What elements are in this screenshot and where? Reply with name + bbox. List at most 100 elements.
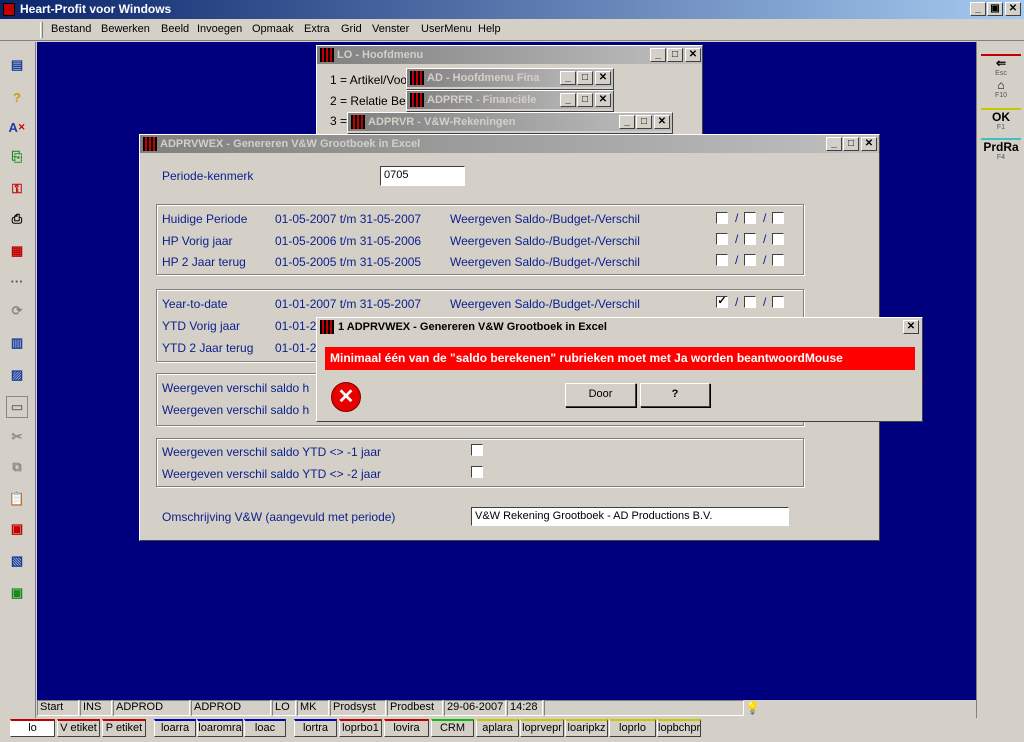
saldo-checkbox[interactable] bbox=[716, 212, 728, 224]
help-button[interactable]: ? bbox=[640, 383, 710, 407]
menu-grid[interactable]: Grid bbox=[341, 23, 362, 35]
task-lovira[interactable]: lovira bbox=[384, 719, 429, 737]
dots-icon[interactable]: ··· bbox=[6, 270, 28, 292]
close-icon[interactable]: ✕ bbox=[903, 320, 919, 334]
minimize-icon[interactable]: _ bbox=[560, 71, 576, 85]
menu-extra[interactable]: Extra bbox=[304, 23, 330, 35]
menu-usermenu[interactable]: UserMenu bbox=[421, 23, 472, 35]
lo-window-title: LO - Hoofdmenu bbox=[337, 49, 424, 61]
adprvwex-window-title: ADPRVWEX - Genereren V&W Grootboek in Ex… bbox=[160, 138, 421, 150]
prdra-button[interactable]: PrdRa F4 bbox=[981, 138, 1021, 168]
ytd-verschil-1-checkbox[interactable] bbox=[471, 444, 483, 456]
menu-line-1[interactable]: 1 = Artikel/Voo bbox=[330, 73, 407, 87]
status-start[interactable]: Start bbox=[37, 700, 79, 716]
task-loaromra[interactable]: loaromra bbox=[197, 719, 243, 737]
print-icon[interactable]: ⎙ bbox=[6, 208, 28, 230]
f10-button[interactable]: ⌂ F10 bbox=[981, 78, 1021, 108]
key-icon[interactable]: ⚿ bbox=[6, 178, 28, 200]
menu-venster[interactable]: Venster bbox=[372, 23, 409, 35]
menu-bestand[interactable]: Bestand bbox=[51, 23, 91, 35]
task-loprvepr[interactable]: loprvepr bbox=[520, 719, 564, 737]
chart-icon[interactable]: ▨ bbox=[6, 364, 28, 386]
menu-invoegen[interactable]: Invoegen bbox=[197, 23, 242, 35]
app-logo-icon bbox=[3, 3, 15, 16]
verschil-checkbox[interactable] bbox=[772, 212, 784, 224]
omschrijving-input[interactable]: V&W Rekening Grootboek - AD Productions … bbox=[471, 507, 789, 526]
menu-line-3[interactable]: 3 = bbox=[330, 114, 347, 128]
minimize-icon[interactable]: _ bbox=[650, 48, 666, 62]
verschil-checkbox[interactable] bbox=[772, 233, 784, 245]
font-icon[interactable]: A ✕ bbox=[6, 116, 28, 138]
minimize-icon[interactable]: _ bbox=[826, 137, 842, 151]
menu-line-2[interactable]: 2 = Relatie Be bbox=[330, 94, 406, 108]
saldo-checkbox[interactable] bbox=[716, 254, 728, 266]
verschil-checkbox[interactable] bbox=[772, 254, 784, 266]
budget-checkbox[interactable] bbox=[744, 212, 756, 224]
ytd-verschil-2-checkbox[interactable] bbox=[471, 466, 483, 478]
saldo-checkbox[interactable] bbox=[716, 233, 728, 245]
maximize-icon[interactable]: □ bbox=[577, 93, 593, 107]
refresh-icon[interactable]: ⟳ bbox=[6, 300, 28, 322]
close-icon[interactable]: ✕ bbox=[1005, 2, 1021, 16]
adprfr-window[interactable]: ADPRFR - Financiële _ □ ✕ bbox=[406, 90, 614, 112]
task-lopbchpr[interactable]: lopbchpr bbox=[657, 719, 701, 737]
task-crm[interactable]: CRM bbox=[431, 719, 474, 737]
menu-help[interactable]: Help bbox=[478, 23, 501, 35]
ytd-verschil-label: Weergeven verschil saldo YTD <> -2 jaar bbox=[162, 467, 381, 481]
close-icon[interactable]: ✕ bbox=[595, 71, 611, 85]
budget-checkbox[interactable] bbox=[744, 296, 756, 308]
minimize-icon[interactable]: _ bbox=[619, 115, 635, 129]
task-p-etiket[interactable]: P etiket bbox=[102, 719, 146, 737]
properties-icon[interactable]: ▧ bbox=[6, 550, 28, 572]
status-date: 29-06-2007 bbox=[444, 700, 506, 716]
maximize-icon[interactable]: □ bbox=[577, 71, 593, 85]
budget-checkbox[interactable] bbox=[744, 233, 756, 245]
close-icon[interactable]: ✕ bbox=[861, 137, 877, 151]
right-toolbar: ⇐ Esc ⌂ F10 OK F1 PrdRa F4 bbox=[976, 42, 1024, 718]
form-icon[interactable]: ▤ bbox=[6, 54, 28, 76]
restore-icon[interactable]: ▣ bbox=[987, 2, 1003, 16]
paste-special-icon[interactable]: ▣ bbox=[6, 518, 28, 540]
saldo-checkbox-checked[interactable]: ✓ bbox=[716, 296, 728, 308]
calculator-icon[interactable]: ▦ bbox=[6, 240, 28, 262]
task-loaripkz[interactable]: loaripkz bbox=[565, 719, 608, 737]
menu-bewerken[interactable]: Bewerken bbox=[101, 23, 150, 35]
window-icon[interactable]: ▭ bbox=[6, 396, 28, 418]
ok-button[interactable]: OK F1 bbox=[981, 108, 1021, 138]
menu-opmaak[interactable]: Opmaak bbox=[252, 23, 294, 35]
task-v-etiket[interactable]: V etiket bbox=[57, 719, 100, 737]
paste-icon[interactable]: 📋 bbox=[6, 488, 28, 510]
task-loprbo1[interactable]: loprbo1 bbox=[339, 719, 382, 737]
app-title: Heart-Profit voor Windows bbox=[20, 2, 172, 16]
task-loprlo[interactable]: loprlo bbox=[609, 719, 656, 737]
menu-beeld[interactable]: Beeld bbox=[161, 23, 189, 35]
error-dialog[interactable]: 1 ADPRVWEX - Genereren V&W Grootboek in … bbox=[316, 317, 923, 422]
slash-separator: / bbox=[763, 211, 767, 225]
minimize-icon[interactable]: _ bbox=[560, 93, 576, 107]
monitor-icon[interactable]: ▣ bbox=[6, 582, 28, 604]
verschil-checkbox[interactable] bbox=[772, 296, 784, 308]
status-empty bbox=[544, 700, 744, 716]
close-icon[interactable]: ✕ bbox=[595, 93, 611, 107]
cut-icon[interactable]: ✂ bbox=[6, 426, 28, 448]
maximize-icon[interactable]: □ bbox=[843, 137, 859, 151]
help-icon[interactable]: ? bbox=[6, 86, 28, 108]
task-lortra[interactable]: lortra bbox=[294, 719, 337, 737]
task-loac[interactable]: loac bbox=[244, 719, 286, 737]
task-aplara[interactable]: aplara bbox=[476, 719, 519, 737]
maximize-icon[interactable]: □ bbox=[667, 48, 683, 62]
insert-icon[interactable]: ▥ bbox=[6, 332, 28, 354]
door-button[interactable]: Door bbox=[565, 383, 636, 407]
copy-icon[interactable]: ⧉ bbox=[6, 456, 28, 478]
ad-hoofdmenu-window[interactable]: AD - Hoofdmenu Fina _ □ ✕ bbox=[406, 68, 614, 90]
task-lo[interactable]: lo bbox=[10, 719, 55, 737]
minimize-icon[interactable]: _ bbox=[970, 2, 986, 16]
close-icon[interactable]: ✕ bbox=[685, 48, 701, 62]
export-icon[interactable]: ⎘ bbox=[6, 146, 28, 168]
adprvr-window[interactable]: ADPRVR - V&W-Rekeningen _ □ ✕ bbox=[347, 112, 673, 134]
task-loarra[interactable]: loarra bbox=[154, 719, 196, 737]
budget-checkbox[interactable] bbox=[744, 254, 756, 266]
periode-input[interactable]: 0705 bbox=[380, 166, 465, 186]
maximize-icon[interactable]: □ bbox=[636, 115, 652, 129]
close-icon[interactable]: ✕ bbox=[654, 115, 670, 129]
